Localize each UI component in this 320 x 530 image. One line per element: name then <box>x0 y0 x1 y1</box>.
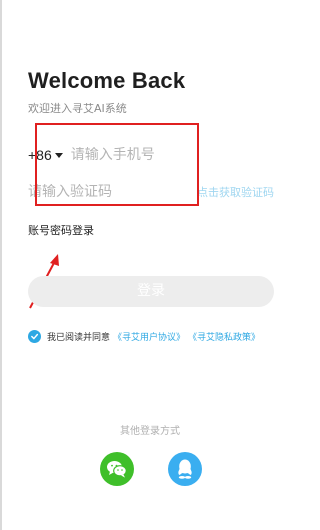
phone-field-row: +86 <box>28 143 274 167</box>
page-subtitle: 欢迎进入寻艾AI系统 <box>28 102 127 115</box>
privacy-policy-link[interactable]: 《寻艾隐私政策》 <box>188 330 260 343</box>
login-button[interactable]: 登录 <box>28 276 274 307</box>
checkmark-icon <box>31 333 39 340</box>
user-agreement-link[interactable]: 《寻艾用户协议》 <box>113 330 185 343</box>
qq-icon <box>178 459 192 479</box>
agreement-text: 我已阅读并同意 <box>47 333 111 343</box>
phone-input[interactable] <box>70 147 201 163</box>
agreement-row: 我已阅读并同意 《寻艾用户协议》 《寻艾隐私政策》 <box>28 330 260 343</box>
country-code-selector[interactable]: +86 <box>28 147 52 163</box>
agreement-checkbox[interactable] <box>28 330 41 343</box>
password-login-link[interactable]: 账号密码登录 <box>28 222 94 238</box>
verification-code-input[interactable] <box>28 184 168 200</box>
qq-login-button[interactable] <box>168 452 202 486</box>
other-login-title: 其他登录方式 <box>120 426 180 437</box>
code-field-row: 点击获取验证码 <box>28 180 274 204</box>
screen-edge <box>0 0 2 530</box>
get-code-button[interactable]: 点击获取验证码 <box>197 184 274 200</box>
wechat-login-button[interactable] <box>100 452 134 486</box>
chevron-down-icon[interactable] <box>54 152 63 158</box>
wechat-icon <box>107 461 127 478</box>
page-title: Welcome Back <box>28 68 186 93</box>
